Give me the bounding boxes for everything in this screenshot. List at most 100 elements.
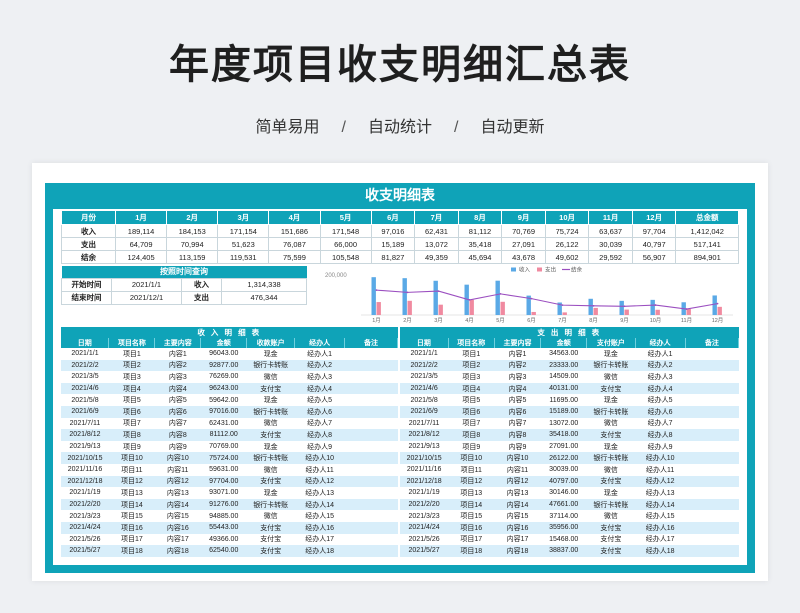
table-cell[interactable]: 经办人6 <box>294 405 345 418</box>
table-cell[interactable]: 项目6 <box>448 405 495 418</box>
table-cell[interactable]: 62540.00 <box>200 545 247 557</box>
summary-cell[interactable]: 151,686 <box>268 224 321 238</box>
table-cell[interactable]: 经办人8 <box>294 429 345 441</box>
summary-total-cell[interactable]: 1,412,042 <box>675 224 739 238</box>
table-cell[interactable]: 内容3 <box>494 371 541 383</box>
summary-cell[interactable]: 105,548 <box>319 250 372 264</box>
table-cell[interactable]: 银行卡转账 <box>246 359 295 372</box>
table-cell[interactable]: 内容9 <box>494 440 541 453</box>
table-cell[interactable]: 内容6 <box>154 405 201 418</box>
table-cell[interactable]: 2021/2/2 <box>61 359 109 372</box>
summary-cell[interactable]: 51,623 <box>217 237 270 251</box>
table-cell[interactable]: 内容8 <box>154 429 201 441</box>
table-cell[interactable] <box>685 371 739 383</box>
table-cell[interactable]: 内容11 <box>154 463 201 476</box>
summary-cell[interactable]: 97,704 <box>631 224 677 238</box>
summary-cell[interactable]: 49,602 <box>544 250 590 264</box>
table-cell[interactable]: 银行卡转账 <box>586 498 636 511</box>
table-cell[interactable]: 内容13 <box>494 487 541 499</box>
table-cell[interactable]: 62431.00 <box>200 417 247 430</box>
table-cell[interactable]: 2021/10/15 <box>61 452 109 464</box>
table-cell[interactable]: 59642.00 <box>200 394 247 406</box>
table-cell[interactable]: 项目2 <box>108 359 155 372</box>
table-cell[interactable]: 支付宝 <box>586 382 636 395</box>
table-cell[interactable]: 经办人16 <box>635 521 686 534</box>
table-cell[interactable] <box>685 382 739 395</box>
table-cell[interactable]: 30039.00 <box>540 463 587 476</box>
table-cell[interactable]: 支付宝 <box>586 429 636 441</box>
summary-cell[interactable]: 40,797 <box>631 237 677 251</box>
table-cell[interactable]: 2021/12/18 <box>61 475 109 488</box>
table-cell[interactable] <box>685 405 739 418</box>
table-cell[interactable]: 现金 <box>246 487 295 499</box>
table-cell[interactable]: 支付宝 <box>246 521 295 534</box>
table-cell[interactable]: 55443.00 <box>200 521 247 534</box>
table-cell[interactable]: 23333.00 <box>540 359 587 372</box>
table-cell[interactable] <box>344 359 398 372</box>
table-cell[interactable]: 支付宝 <box>586 545 636 557</box>
table-cell[interactable]: 内容1 <box>494 348 541 360</box>
table-cell[interactable]: 2021/2/20 <box>61 498 109 511</box>
table-cell[interactable] <box>685 463 739 476</box>
table-cell[interactable]: 2021/9/13 <box>400 440 449 453</box>
table-cell[interactable]: 支付宝 <box>246 533 295 546</box>
table-cell[interactable] <box>344 394 398 406</box>
table-cell[interactable]: 经办人15 <box>294 510 345 522</box>
table-cell[interactable]: 项目1 <box>108 348 155 360</box>
table-cell[interactable] <box>685 440 739 453</box>
table-cell[interactable] <box>685 510 739 522</box>
table-cell[interactable]: 支付宝 <box>586 475 636 488</box>
summary-cell[interactable]: 43,678 <box>501 250 546 264</box>
table-cell[interactable]: 94885.00 <box>200 510 247 522</box>
table-cell[interactable]: 97016.00 <box>200 405 247 418</box>
table-cell[interactable]: 2021/3/23 <box>61 510 109 522</box>
table-cell[interactable]: 经办人12 <box>294 475 345 488</box>
summary-cell[interactable]: 119,531 <box>217 250 270 264</box>
table-cell[interactable] <box>344 348 398 360</box>
table-cell[interactable]: 支付宝 <box>246 429 295 441</box>
table-cell[interactable]: 40131.00 <box>540 382 587 395</box>
summary-cell[interactable]: 35,418 <box>457 237 503 251</box>
table-cell[interactable]: 内容14 <box>154 498 201 511</box>
table-cell[interactable]: 经办人9 <box>294 440 345 453</box>
table-cell[interactable]: 经办人2 <box>635 359 686 372</box>
table-cell[interactable]: 27091.00 <box>540 440 587 453</box>
table-cell[interactable]: 项目16 <box>108 521 155 534</box>
table-cell[interactable]: 11695.00 <box>540 394 587 406</box>
table-cell[interactable]: 13072.00 <box>540 417 587 430</box>
table-cell[interactable]: 93071.00 <box>200 487 247 499</box>
table-cell[interactable]: 96243.00 <box>200 382 247 395</box>
table-cell[interactable]: 38837.00 <box>540 545 587 557</box>
table-cell[interactable] <box>685 417 739 430</box>
summary-cell[interactable]: 124,405 <box>114 250 168 264</box>
table-cell[interactable]: 银行卡转账 <box>586 452 636 464</box>
table-cell[interactable]: 项目13 <box>108 487 155 499</box>
table-cell[interactable] <box>685 487 739 499</box>
table-cell[interactable]: 内容9 <box>154 440 201 453</box>
table-cell[interactable]: 经办人8 <box>635 429 686 441</box>
table-cell[interactable]: 项目17 <box>448 533 495 546</box>
table-cell[interactable]: 经办人10 <box>294 452 345 464</box>
table-cell[interactable]: 经办人3 <box>635 371 686 383</box>
table-cell[interactable]: 现金 <box>586 394 636 406</box>
table-cell[interactable]: 项目13 <box>448 487 495 499</box>
table-cell[interactable]: 经办人17 <box>294 533 345 546</box>
table-cell[interactable]: 37114.00 <box>540 510 587 522</box>
table-cell[interactable]: 2021/4/24 <box>400 521 449 534</box>
table-cell[interactable]: 2021/7/11 <box>61 417 109 430</box>
table-cell[interactable]: 内容2 <box>154 359 201 372</box>
table-cell[interactable]: 30146.00 <box>540 487 587 499</box>
table-cell[interactable] <box>344 487 398 499</box>
table-cell[interactable]: 2021/6/9 <box>400 405 449 418</box>
table-cell[interactable] <box>685 359 739 372</box>
table-cell[interactable]: 经办人9 <box>635 440 686 453</box>
summary-cell[interactable]: 70,769 <box>501 224 546 238</box>
table-cell[interactable]: 2021/4/24 <box>61 521 109 534</box>
table-cell[interactable]: 内容13 <box>154 487 201 499</box>
table-cell[interactable]: 经办人18 <box>635 545 686 557</box>
summary-total-cell[interactable]: 517,141 <box>675 237 739 251</box>
table-cell[interactable]: 项目9 <box>448 440 495 453</box>
summary-cell[interactable]: 29,592 <box>588 250 633 264</box>
table-cell[interactable]: 项目4 <box>108 382 155 395</box>
table-cell[interactable] <box>685 521 739 534</box>
